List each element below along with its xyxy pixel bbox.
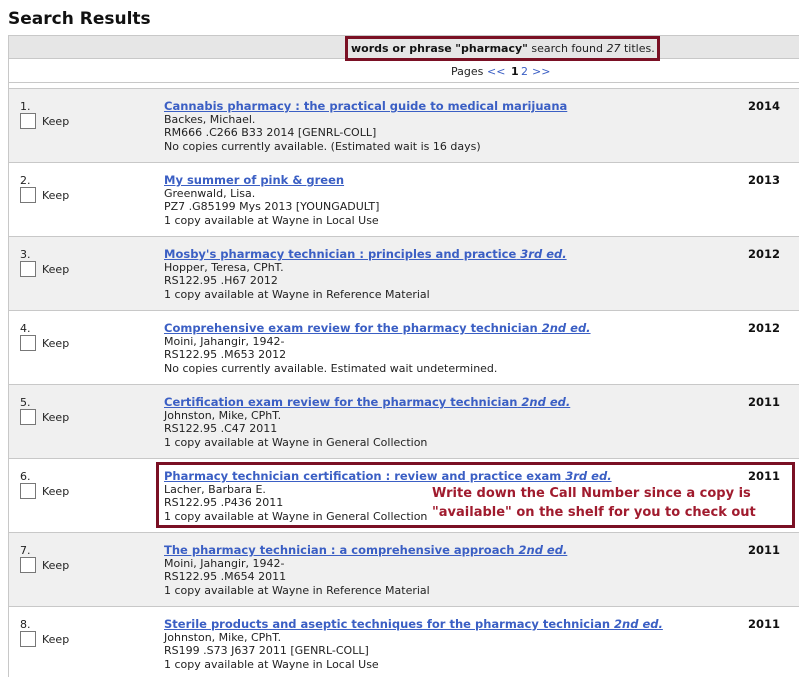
result-number: 5. bbox=[20, 396, 31, 409]
result-year: 2011 bbox=[748, 617, 781, 631]
result-row: 4. Keep Comprehensive exam review for the … bbox=[9, 310, 799, 384]
annotation-text: Write down the Call Number since a copy … bbox=[432, 484, 756, 522]
result-edition: 2nd ed. bbox=[614, 617, 663, 631]
annotation-line-2: "available" on the shelf for you to chec… bbox=[432, 505, 756, 520]
result-title-link[interactable]: Mosby's pharmacy technician : principles… bbox=[164, 247, 567, 261]
result-availability: No copies currently available. (Estimate… bbox=[164, 140, 481, 153]
results-panel: words or phrase "pharmacy" search found … bbox=[8, 35, 799, 677]
result-number: 8. bbox=[20, 618, 31, 631]
result-title-link[interactable]: My summer of pink & green bbox=[164, 173, 344, 187]
result-author: Moini, Jahangir, 1942- bbox=[164, 335, 285, 348]
keep-checkbox[interactable] bbox=[20, 631, 36, 647]
result-row: 7. Keep The pharmacy technician : a compre… bbox=[9, 532, 799, 606]
result-year: 2012 bbox=[748, 321, 781, 335]
result-edition: 2nd ed. bbox=[518, 543, 568, 557]
result-title: Cannabis pharmacy : the practical guide … bbox=[164, 99, 568, 113]
result-availability: No copies currently available. Estimated… bbox=[164, 362, 498, 375]
result-year: 2011 bbox=[748, 543, 781, 557]
result-call-number: RS122.95 .C47 2011 bbox=[164, 422, 278, 435]
result-author: Johnston, Mike, CPhT. bbox=[164, 631, 282, 644]
result-availability: 1 copy available at Wayne in General Col… bbox=[164, 436, 428, 449]
summary-count: 27 bbox=[606, 42, 621, 55]
result-edition: 2nd ed. bbox=[541, 321, 591, 335]
annotation-line-1: Write down the Call Number since a copy … bbox=[432, 486, 751, 501]
keep-label: Keep bbox=[42, 337, 70, 350]
result-number: 4. bbox=[20, 322, 31, 335]
result-row: 1. Keep Cannabis pharmacy : the practical … bbox=[9, 88, 799, 162]
results-list: 1. Keep Cannabis pharmacy : the practical … bbox=[9, 88, 799, 677]
result-call-number: RS199 .S73 J637 2011 [GENRL-COLL] bbox=[164, 644, 369, 657]
result-year: 2012 bbox=[748, 247, 781, 261]
search-summary-callout: words or phrase "pharmacy" search found … bbox=[345, 36, 660, 61]
result-call-number: PZ7 .G85199 Mys 2013 [YOUNGADULT] bbox=[164, 200, 380, 213]
result-availability: 1 copy available at Wayne in Reference M… bbox=[164, 584, 430, 597]
result-availability: 1 copy available at Wayne in Local Use bbox=[164, 214, 379, 227]
result-title-link[interactable]: Comprehensive exam review for the pharma… bbox=[164, 321, 591, 335]
result-title: Sterile products and aseptic techniques … bbox=[164, 617, 611, 631]
result-edition: 3rd ed. bbox=[520, 247, 567, 261]
keep-checkbox[interactable] bbox=[20, 187, 36, 203]
result-number: 6. bbox=[20, 470, 31, 483]
pager-label: Pages bbox=[451, 65, 484, 78]
result-author: Johnston, Mike, CPhT. bbox=[164, 409, 282, 422]
result-row: 2. Keep My summer of pink & green Greenwald… bbox=[9, 162, 799, 236]
result-availability: 1 copy available at Wayne in Reference M… bbox=[164, 288, 430, 301]
result-title: Comprehensive exam review for the pharma… bbox=[164, 321, 538, 335]
summary-prefix: words or phrase bbox=[351, 42, 452, 55]
result-year: 2011 bbox=[748, 395, 781, 409]
result-call-number: RS122.95 .M654 2011 bbox=[164, 570, 287, 583]
keep-checkbox[interactable] bbox=[20, 557, 36, 573]
result-title: Certification exam review for the pharma… bbox=[164, 395, 518, 409]
result-call-number: RS122.95 .M653 2012 bbox=[164, 348, 287, 361]
pager-next-link[interactable]: >> bbox=[532, 65, 550, 78]
keep-label: Keep bbox=[42, 485, 70, 498]
result-edition: 2nd ed. bbox=[521, 395, 571, 409]
keep-label: Keep bbox=[42, 189, 70, 202]
result-title-link[interactable]: Sterile products and aseptic techniques … bbox=[164, 617, 663, 631]
result-availability: 1 copy available at Wayne in Local Use bbox=[164, 658, 379, 671]
result-number: 3. bbox=[20, 248, 31, 261]
result-author: Hopper, Teresa, CPhT. bbox=[164, 261, 284, 274]
result-title-link[interactable]: The pharmacy technician : a comprehensiv… bbox=[164, 543, 567, 557]
result-year: 2013 bbox=[748, 173, 781, 187]
pager: Pages << 1 2 >> bbox=[9, 59, 799, 83]
page-title: Search Results bbox=[8, 9, 151, 29]
result-title-link[interactable]: Certification exam review for the pharma… bbox=[164, 395, 570, 409]
summary-term: "pharmacy" bbox=[455, 42, 528, 55]
result-row: 8. Keep Sterile products and aseptic techn… bbox=[9, 606, 799, 677]
pager-page-2-link[interactable]: 2 bbox=[521, 65, 528, 78]
result-row: 6. Keep Pharmacy technician certification … bbox=[9, 458, 799, 532]
pager-prev-link[interactable]: << bbox=[487, 65, 505, 78]
result-row: 3. Keep Mosby's pharmacy technician : prin… bbox=[9, 236, 799, 310]
result-number: 2. bbox=[20, 174, 31, 187]
keep-label: Keep bbox=[42, 559, 70, 572]
result-title: Mosby's pharmacy technician : principles… bbox=[164, 247, 517, 261]
keep-label: Keep bbox=[42, 411, 70, 424]
keep-checkbox[interactable] bbox=[20, 261, 36, 277]
keep-label: Keep bbox=[42, 115, 70, 128]
result-call-number: RS122.95 .H67 2012 bbox=[164, 274, 278, 287]
result-row: 5. Keep Certification exam review for the … bbox=[9, 384, 799, 458]
keep-label: Keep bbox=[42, 633, 70, 646]
result-number: 1. bbox=[20, 100, 31, 113]
result-title: My summer of pink & green bbox=[164, 173, 345, 187]
keep-checkbox[interactable] bbox=[20, 409, 36, 425]
keep-checkbox[interactable] bbox=[20, 483, 36, 499]
summary-suffix: titles. bbox=[623, 42, 655, 55]
pager-current-page: 1 bbox=[511, 65, 519, 78]
result-author: Greenwald, Lisa. bbox=[164, 187, 256, 200]
keep-checkbox[interactable] bbox=[20, 335, 36, 351]
result-title-link[interactable]: Cannabis pharmacy : the practical guide … bbox=[164, 99, 567, 113]
result-number: 7. bbox=[20, 544, 31, 557]
result-year: 2014 bbox=[748, 99, 781, 113]
summary-middle: search found bbox=[531, 42, 603, 55]
result-title: The pharmacy technician : a comprehensiv… bbox=[164, 543, 515, 557]
keep-label: Keep bbox=[42, 263, 70, 276]
result-call-number: RM666 .C266 B33 2014 [GENRL-COLL] bbox=[164, 126, 377, 139]
result-author: Moini, Jahangir, 1942- bbox=[164, 557, 285, 570]
result-author: Backes, Michael. bbox=[164, 113, 256, 126]
keep-checkbox[interactable] bbox=[20, 113, 36, 129]
